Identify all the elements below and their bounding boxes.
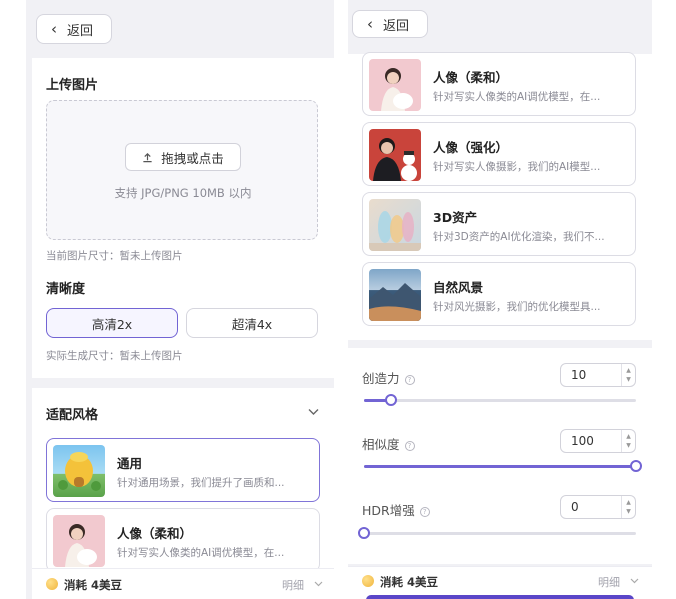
back-label: 返回 [67, 23, 94, 39]
style-thumbnail [53, 515, 105, 567]
style-name: 人像（强化） [433, 140, 509, 155]
chevron-left-icon: ‹ [51, 19, 57, 38]
creativity-slider-handle[interactable] [385, 394, 397, 406]
upload-dropzone[interactable]: 拖拽或点击 支持 JPG/PNG 10MB 以内 [46, 100, 318, 240]
style-thumbnail [53, 445, 105, 497]
chevron-down-icon [630, 578, 639, 584]
help-icon[interactable]: ? [404, 440, 415, 451]
similarity-slider-handle[interactable] [630, 460, 642, 472]
style-name: 人像（柔和） [117, 526, 193, 541]
style-thumbnail [369, 129, 421, 181]
hdr-label-text: HDR增强 [362, 503, 415, 518]
chevron-down-icon[interactable] [308, 408, 319, 416]
3d-asset-image [369, 211, 421, 251]
style-item-3d-asset[interactable]: 3D资产 针对3D资产的AI优化渲染，我们不... [362, 192, 636, 256]
style-section-card: 适配风格 通用 针对通用场景，我们提升了画质和... 人像（柔和） 针对写实人像… [32, 388, 334, 572]
creativity-label-text: 创造力 [362, 371, 400, 386]
portrait-soft-image [381, 68, 413, 111]
back-button[interactable]: ‹ 返回 [36, 14, 112, 44]
detail-link[interactable]: 明细 [282, 577, 304, 593]
similarity-input[interactable]: 100 ▲ ▼ [560, 429, 636, 453]
style-section-title: 适配风格 [46, 408, 99, 423]
actual-size-text: 实际生成尺寸：暂未上传图片 [46, 350, 183, 362]
similarity-slider-fill [364, 465, 636, 468]
creativity-slider[interactable] [364, 394, 636, 406]
clarity-option-2x[interactable]: 高清2x [46, 308, 178, 338]
style-item-portrait-soft[interactable]: 人像（柔和） 针对写实人像类的AI调优模型，在... [362, 52, 636, 116]
style-desc: 针对通用场景，我们提升了画质和... [117, 477, 285, 489]
upload-settings-card: 上传图片 拖拽或点击 支持 JPG/PNG 10MB 以内 当前图片尺寸：暂未上… [32, 58, 334, 378]
generate-button[interactable] [366, 595, 634, 599]
general-style-image [58, 452, 101, 491]
coin-icon [362, 575, 374, 587]
detail-link[interactable]: 明细 [598, 574, 620, 590]
similarity-label: 相似度? [362, 434, 415, 453]
parameters-card: 创造力? 10 ▲ ▼ 相似度? 100 ▲ ▼ HDR增强? 0 ▲ ▼ [348, 348, 652, 564]
style-desc: 针对3D资产的AI优化渲染，我们不... [433, 231, 605, 243]
creativity-value: 10 [571, 368, 587, 382]
style-thumbnail [369, 199, 421, 251]
style-name: 自然风景 [433, 280, 484, 295]
similarity-value: 100 [571, 434, 594, 448]
upload-icon [143, 152, 152, 162]
help-icon[interactable]: ? [419, 506, 430, 517]
style-item-portrait-enhanced[interactable]: 人像（强化） 针对写实人像摄影，我们的AI模型... [362, 122, 636, 186]
cost-text: 消耗 4美豆 [380, 575, 439, 589]
upload-support-text: 支持 JPG/PNG 10MB 以内 [114, 186, 252, 200]
current-size-text: 当前图片尺寸：暂未上传图片 [46, 250, 183, 262]
style-desc: 针对写实人像类的AI调优模型，在... [117, 547, 285, 559]
left-panel: ‹ 返回 上传图片 拖拽或点击 支持 JPG/PNG 10MB 以内 当前图片尺… [26, 0, 334, 599]
hdr-slider[interactable] [358, 527, 636, 539]
style-name: 3D资产 [433, 210, 478, 225]
style-desc: 针对风光摄影，我们的优化模型具... [433, 301, 601, 313]
creativity-stepper[interactable]: ▲ ▼ [621, 364, 635, 386]
style-item-general[interactable]: 通用 针对通用场景，我们提升了画质和... [46, 438, 320, 502]
style-desc: 针对写实人像摄影，我们的AI模型... [433, 161, 601, 173]
chevron-down-icon [314, 581, 323, 587]
hdr-label: HDR增强? [362, 500, 430, 519]
cost-footer: 消耗 4美豆 明细 [32, 568, 334, 599]
hdr-value: 0 [571, 500, 579, 514]
hdr-slider-handle[interactable] [358, 527, 370, 539]
landscape-image [369, 283, 421, 321]
hdr-input[interactable]: 0 ▲ ▼ [560, 495, 636, 519]
help-icon[interactable]: ? [404, 374, 415, 385]
similarity-label-text: 相似度 [362, 437, 400, 452]
back-label: 返回 [383, 18, 410, 34]
right-panel: ‹ 返回 人像（柔和） 针对写实人像类的AI调优模型，在... 人像（强化） 针… [348, 0, 652, 599]
back-button[interactable]: ‹ 返回 [352, 10, 428, 38]
style-name: 通用 [117, 456, 143, 471]
similarity-slider[interactable] [364, 460, 642, 472]
style-thumbnail [369, 269, 421, 321]
style-name: 人像（柔和） [433, 70, 509, 85]
portrait-enhanced-image [373, 138, 417, 181]
style-list-card: 人像（柔和） 针对写实人像类的AI调优模型，在... 人像（强化） 针对写实人像… [348, 52, 652, 340]
upload-button-label: 拖拽或点击 [161, 150, 224, 166]
clarity-option-4x[interactable]: 超清4x [186, 308, 318, 338]
clarity-title: 清晰度 [46, 282, 86, 297]
creativity-input[interactable]: 10 ▲ ▼ [560, 363, 636, 387]
similarity-stepper[interactable]: ▲ ▼ [621, 430, 635, 452]
style-item-portrait-soft[interactable]: 人像（柔和） 针对写实人像类的AI调优模型，在... [46, 508, 320, 572]
upload-title: 上传图片 [46, 78, 99, 93]
style-thumbnail [369, 59, 421, 111]
coin-icon [46, 578, 58, 590]
style-desc: 针对写实人像类的AI调优模型，在... [433, 91, 601, 103]
creativity-label: 创造力? [362, 368, 415, 387]
hdr-stepper[interactable]: ▲ ▼ [621, 496, 635, 518]
cost-text: 消耗 4美豆 [64, 578, 123, 592]
cost-footer: 消耗 4美豆 明细 [348, 566, 652, 599]
style-item-landscape[interactable]: 自然风景 针对风光摄影，我们的优化模型具... [362, 262, 636, 326]
portrait-soft-image [65, 524, 97, 567]
upload-button[interactable]: 拖拽或点击 [125, 143, 241, 171]
chevron-left-icon: ‹ [367, 14, 373, 33]
